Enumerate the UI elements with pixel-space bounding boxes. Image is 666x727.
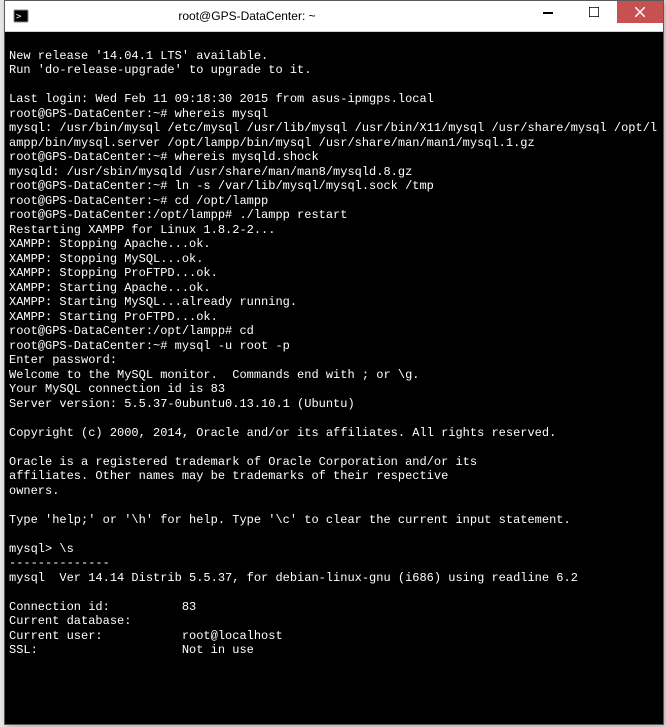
window-controls (525, 1, 663, 23)
maximize-icon (589, 7, 599, 17)
titlebar[interactable]: > root@GPS-DataCenter: ~ (5, 1, 663, 32)
terminal-window: > root@GPS-DataCenter: ~ New (4, 0, 664, 725)
minimize-icon (543, 7, 553, 17)
maximize-button[interactable] (571, 1, 617, 23)
terminal-output[interactable]: New release '14.04.1 LTS' available. Run… (5, 32, 663, 724)
window-title: root@GPS-DataCenter: ~ (0, 9, 525, 23)
close-icon (635, 7, 645, 17)
close-button[interactable] (617, 1, 663, 23)
minimize-button[interactable] (525, 1, 571, 23)
